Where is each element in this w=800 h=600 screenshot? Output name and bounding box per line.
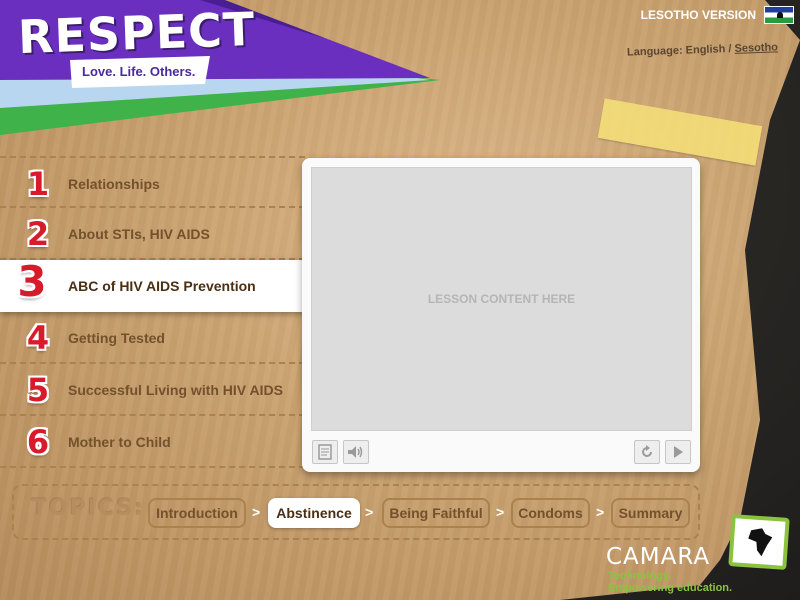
topic-separator: > (252, 504, 261, 520)
topic-introduction[interactable]: Introduction (148, 498, 246, 528)
topic-abstinence[interactable]: Abstinence (268, 498, 360, 528)
topic-separator: > (496, 504, 505, 520)
lesson-number: 4 (26, 319, 50, 357)
play-button[interactable] (665, 440, 691, 464)
camara-tagline-line-1: Technology. (608, 570, 672, 582)
lesson-number: 6 (26, 423, 50, 461)
lesson-item-2[interactable]: 2 About STIs, HIV AIDS (0, 208, 305, 260)
camara-logo-text: CAMARA (606, 544, 711, 570)
language-link-sesotho[interactable]: Sesotho (734, 41, 778, 55)
lesson-label: Relationships (68, 176, 160, 192)
camara-tagline: Technology. Empowering education. (608, 570, 732, 594)
lesson-number: 2 (26, 215, 50, 253)
topic-separator: > (596, 504, 605, 520)
notes-icon (318, 444, 332, 460)
lesson-label: Successful Living with HIV AIDS (68, 382, 283, 398)
play-icon (674, 446, 683, 458)
camara-tagline-line-2: Empowering education. (608, 582, 733, 594)
notes-button[interactable] (312, 440, 338, 464)
lesson-item-5[interactable]: 5 Successful Living with HIV AIDS (0, 364, 305, 416)
lesson-item-3[interactable]: 3 ABC of HIV AIDS Prevention (0, 260, 305, 312)
topic-being-faithful[interactable]: Being Faithful (382, 498, 490, 528)
lesson-number: 5 (26, 371, 50, 409)
app-logo: RESPECT (17, 1, 257, 65)
audio-button[interactable] (343, 440, 369, 464)
speaker-icon (348, 446, 363, 458)
africa-map-icon (747, 527, 773, 557)
topics-bar: TOPICS: Introduction > Abstinence > Bein… (12, 484, 700, 540)
lesson-label: Getting Tested (68, 330, 165, 346)
lesson-item-6[interactable]: 6 Mother to Child (0, 416, 305, 468)
lesson-item-1[interactable]: 1 Relationships (0, 156, 305, 208)
app-tagline: Love. Life. Others. (82, 64, 196, 79)
content-placeholder: LESSON CONTENT HERE (427, 292, 576, 306)
lesson-label: Mother to Child (68, 434, 171, 450)
version-label: LESOTHO VERSION (640, 8, 756, 22)
lesson-player: LESSON CONTENT HERE (302, 158, 700, 472)
lesotho-flag-icon (764, 6, 794, 24)
lesson-label: About STIs, HIV AIDS (68, 226, 210, 242)
lesson-label: ABC of HIV AIDS Prevention (68, 278, 256, 294)
lesson-list: 1 Relationships 2 About STIs, HIV AIDS 3… (0, 156, 305, 468)
camara-monitor-icon (728, 514, 790, 570)
lesson-number: 1 (26, 165, 50, 203)
replay-icon (642, 445, 652, 457)
replay-button[interactable] (634, 440, 660, 464)
lesson-content-area: LESSON CONTENT HERE (311, 167, 692, 431)
topic-summary[interactable]: Summary (611, 498, 690, 528)
topic-separator: > (365, 504, 374, 520)
lesson-number: 3 (17, 257, 47, 306)
lesson-item-4[interactable]: 4 Getting Tested (0, 312, 305, 364)
topic-condoms[interactable]: Condoms (511, 498, 590, 528)
topics-title: TOPICS: (32, 496, 146, 521)
